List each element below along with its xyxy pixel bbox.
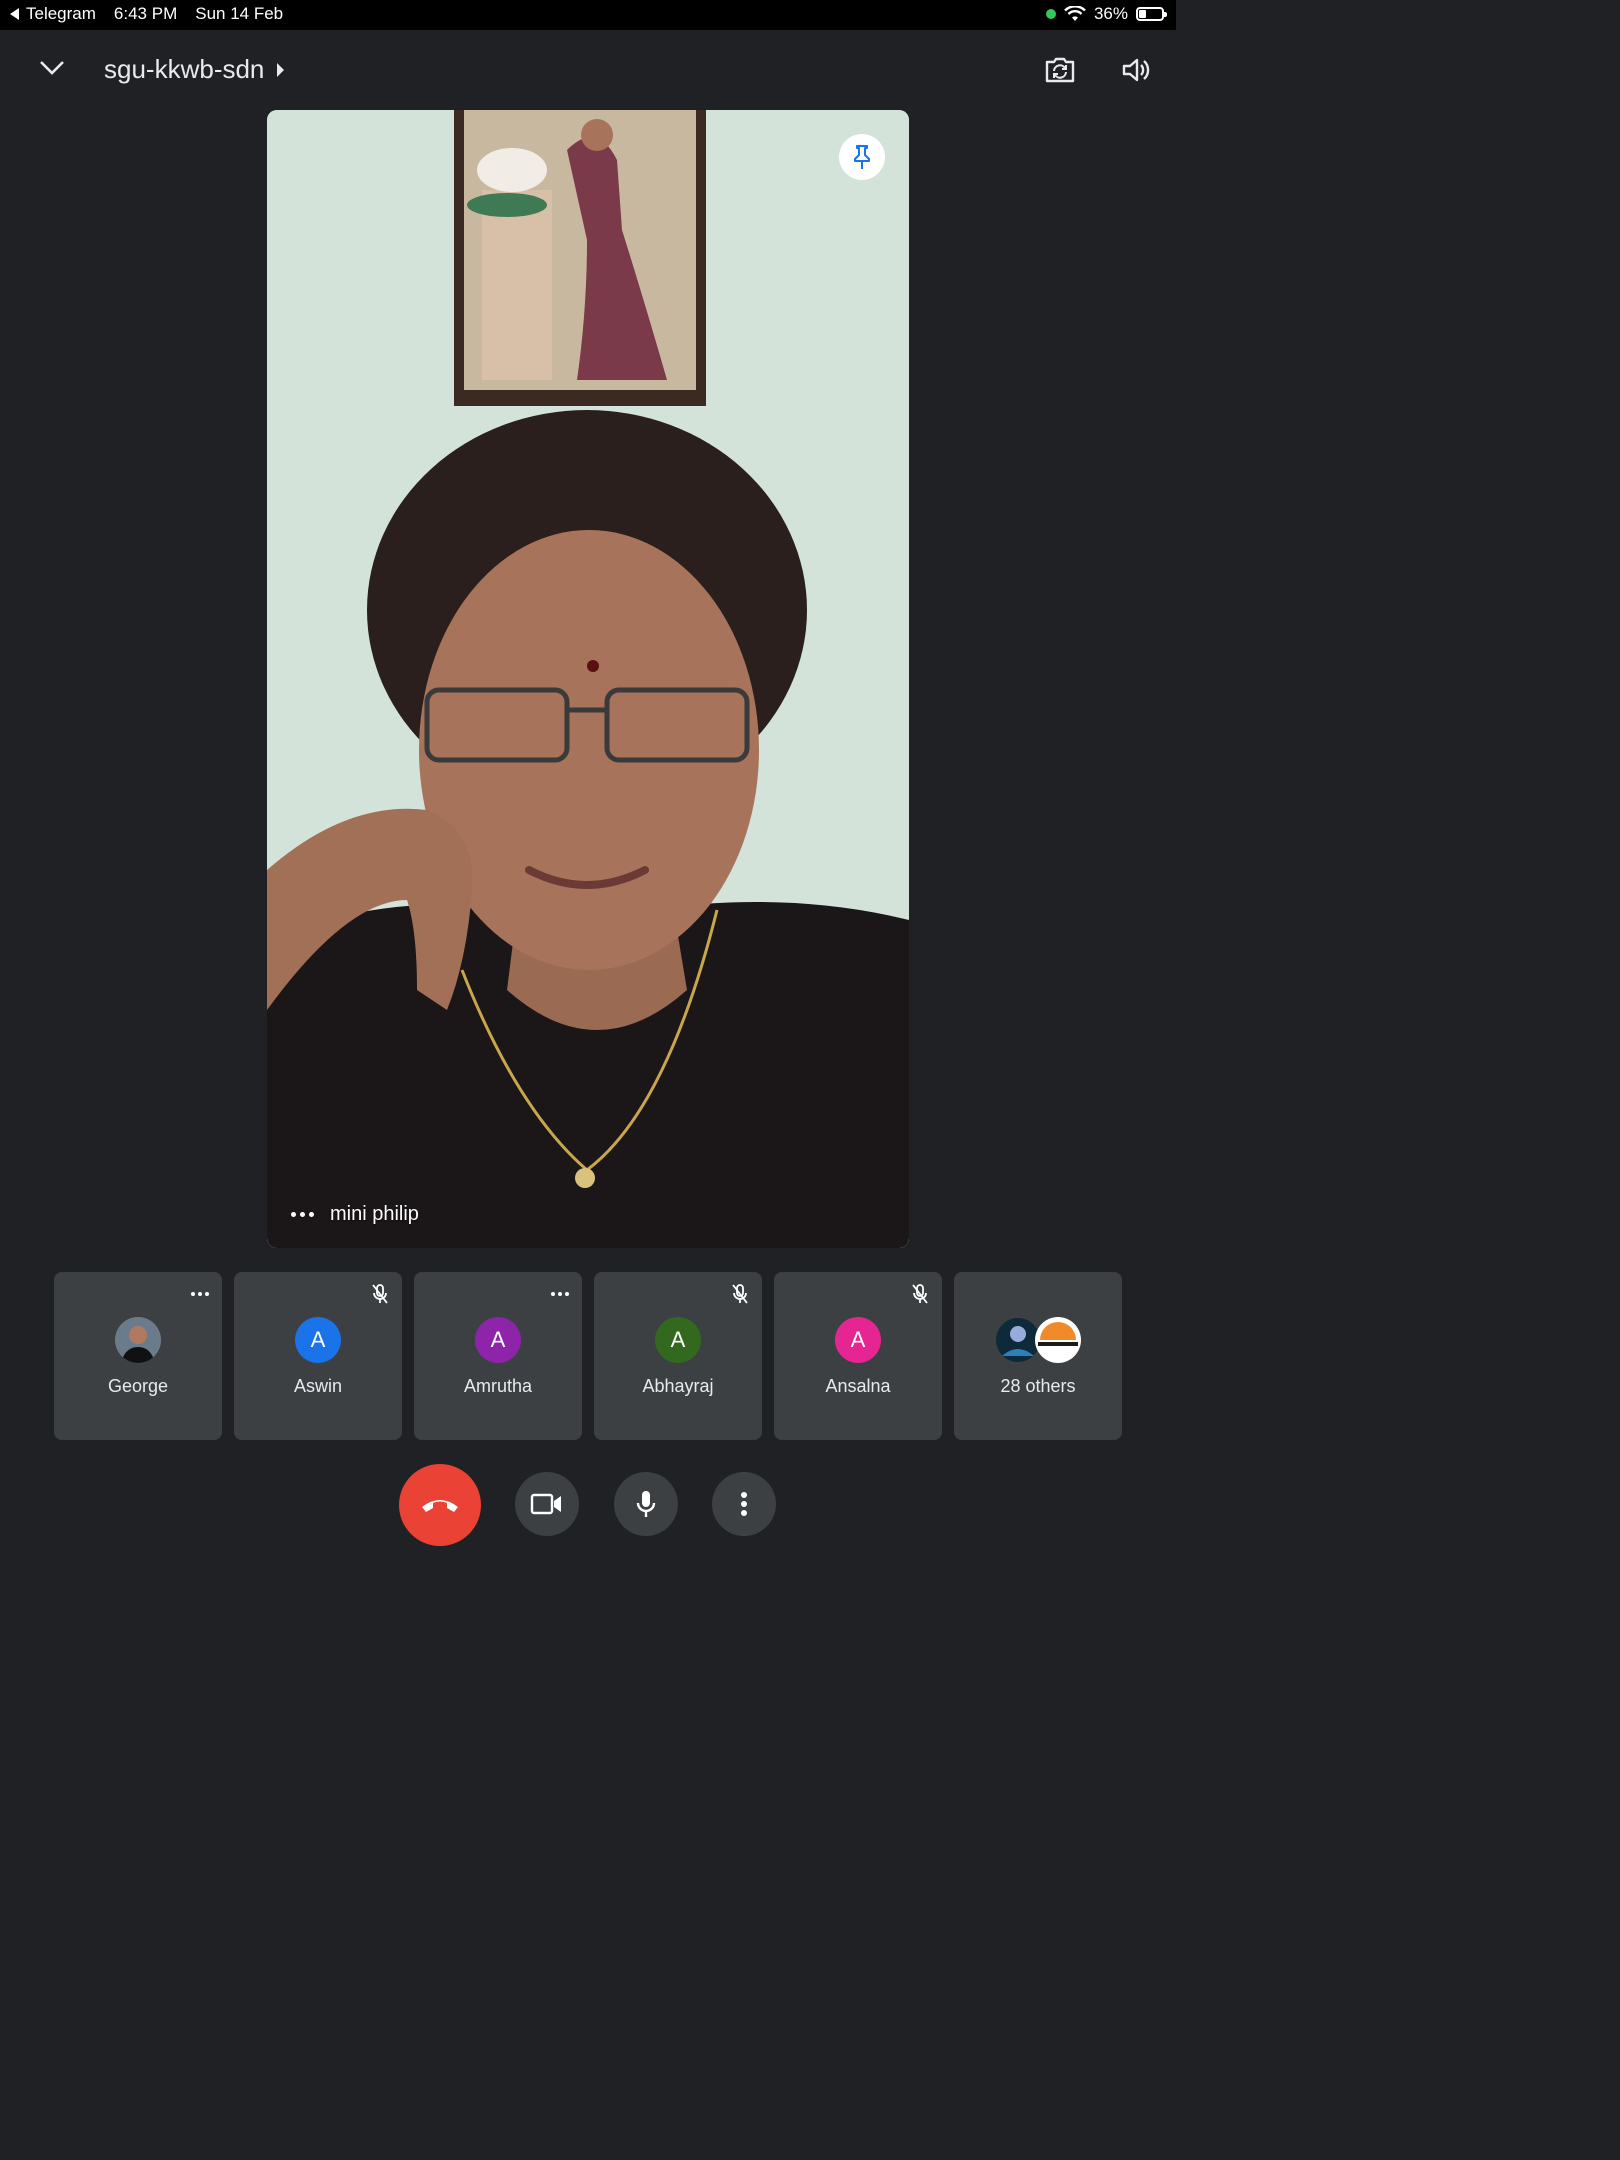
wifi-icon — [1064, 6, 1086, 21]
participant-strip: George A Aswin A Amrutha A Abhayraj A An… — [54, 1272, 1122, 1440]
profile-photo — [115, 1317, 161, 1363]
participant-name: Ansalna — [825, 1376, 891, 1396]
switch-camera-icon — [1045, 57, 1075, 83]
camera-in-use-indicator — [1045, 9, 1056, 19]
others-label: 28 others — [1000, 1376, 1076, 1396]
mic-off-icon — [728, 1282, 752, 1306]
avatar: A — [655, 1317, 701, 1363]
participant-tile-george[interactable]: George — [54, 1272, 222, 1440]
others-avatar-stack — [996, 1317, 1081, 1363]
chevron-down-icon — [40, 61, 64, 75]
main-participant-name: mini philip — [330, 1203, 419, 1225]
status-date: Sun 14 Feb — [195, 4, 284, 23]
microphone-icon — [636, 1491, 656, 1517]
speaker-button[interactable] — [1116, 50, 1156, 90]
call-controls — [0, 1464, 1176, 1546]
participant-tile-amrutha[interactable]: A Amrutha — [414, 1272, 582, 1440]
camera-toggle-button[interactable] — [515, 1472, 579, 1536]
mic-off-icon — [908, 1282, 932, 1306]
battery-icon — [1136, 7, 1167, 21]
meeting-info-button[interactable]: sgu-kkwb-sdn — [104, 54, 285, 85]
back-triangle-icon — [10, 8, 19, 20]
more-options-icon[interactable] — [291, 1212, 314, 1217]
participant-tile-abhayraj[interactable]: A Abhayraj — [594, 1272, 762, 1440]
microphone-toggle-button[interactable] — [614, 1472, 678, 1536]
switch-camera-button[interactable] — [1040, 50, 1080, 90]
avatar: A — [475, 1317, 521, 1363]
end-call-icon — [422, 1500, 458, 1512]
more-options-button[interactable] — [712, 1472, 776, 1536]
status-bar: Telegram 6:43 PM Sun 14 Feb 36% — [0, 0, 1176, 30]
participant-video-feed — [267, 110, 909, 1248]
video-camera-icon — [530, 1493, 561, 1515]
speaker-icon — [1122, 58, 1150, 82]
battery-percent: 36% — [1093, 4, 1128, 23]
participant-tile-others[interactable]: 28 others — [954, 1272, 1122, 1440]
back-app-label: Telegram — [26, 4, 96, 23]
avatar — [115, 1317, 161, 1363]
caret-right-icon — [277, 62, 285, 77]
status-time: 6:43 PM — [113, 4, 178, 23]
more-options-icon[interactable] — [548, 1282, 572, 1306]
back-to-app[interactable]: Telegram — [10, 4, 96, 24]
pin-icon — [854, 145, 870, 169]
main-video-tile[interactable]: mini philip — [267, 110, 909, 1248]
participant-name: Aswin — [293, 1376, 342, 1396]
avatar: A — [295, 1317, 341, 1363]
meeting-header: sgu-kkwb-sdn — [0, 30, 1176, 110]
avatar: A — [835, 1317, 881, 1363]
mic-off-icon — [368, 1282, 392, 1306]
end-call-button[interactable] — [399, 1464, 481, 1546]
participant-tile-aswin[interactable]: A Aswin — [234, 1272, 402, 1440]
more-vert-icon — [741, 1492, 747, 1516]
main-participant-label: mini philip — [291, 1203, 419, 1226]
participant-name: George — [107, 1376, 169, 1396]
participant-name: Abhayraj — [642, 1376, 714, 1396]
meeting-code: sgu-kkwb-sdn — [104, 54, 265, 84]
more-options-icon[interactable] — [188, 1282, 212, 1306]
minimize-button[interactable] — [36, 52, 68, 84]
participant-tile-ansalna[interactable]: A Ansalna — [774, 1272, 942, 1440]
participant-name: Amrutha — [463, 1376, 533, 1396]
pin-button[interactable] — [839, 134, 885, 180]
